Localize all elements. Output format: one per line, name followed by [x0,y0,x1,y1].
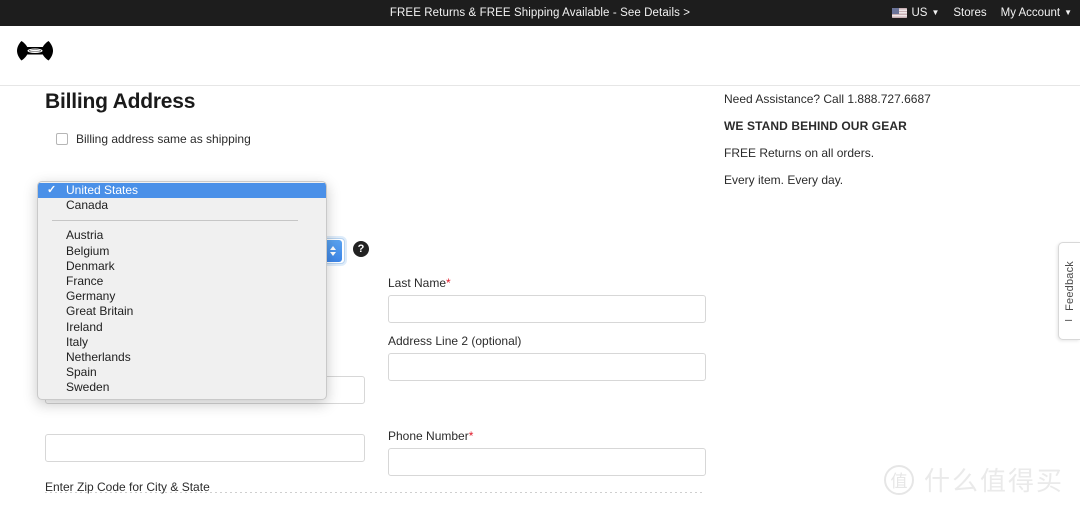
feedback-tab[interactable]: Feedback I [1058,242,1080,340]
chevron-down-icon: ▼ [1064,8,1072,17]
country-option[interactable]: Great Britain [38,304,326,319]
country-dropdown-popup[interactable]: United StatesCanada AustriaBelgiumDenmark… [37,181,327,401]
country-option[interactable]: Netherlands [38,350,326,365]
address-line-2-field: Address Line 2 (optional) [388,334,706,381]
phone-number-input[interactable] [388,448,706,476]
country-option[interactable]: United States [38,183,326,198]
watermark-text: 什么值得买 [923,467,1064,497]
watermark: 值 什么值得买 [883,461,1064,498]
assistance-tagline: Every item. Every day. [724,173,844,187]
country-selector[interactable]: US ▼ [892,7,939,19]
country-selector-label: US [911,7,928,19]
country-option[interactable]: Italy [38,335,326,350]
assistance-panel: Need Assistance? Call 1.888.727.6687 WE … [724,92,1024,200]
us-flag-icon [892,8,908,18]
country-option[interactable]: Sweden [38,380,326,395]
my-account-menu[interactable]: My Account ▼ [1001,7,1072,19]
country-option[interactable]: Denmark [38,259,326,274]
last-name-input[interactable] [388,295,706,323]
country-option[interactable]: France [38,274,326,289]
feedback-label: Feedback [1063,260,1076,311]
phone-number-label: Phone Number* [388,429,474,443]
stores-link[interactable]: Stores [953,7,986,19]
under-armour-logo[interactable] [16,38,54,68]
last-name-label: Last Name* [388,276,451,290]
stores-label: Stores [953,7,987,19]
country-option[interactable]: Austria [38,228,326,243]
page-title: Billing Address [45,90,196,113]
same-as-shipping-label: Billing address same as shipping [76,132,251,146]
last-name-field: Last Name* [388,276,706,323]
question-mark-icon[interactable]: ? [353,241,369,257]
address-line-2-input[interactable] [388,353,706,381]
promo-banner-text[interactable]: FREE Returns & FREE Shipping Available -… [390,7,690,19]
assistance-phone-line: Need Assistance? Call 1.888.727.6687 [724,92,931,106]
section-divider [45,492,705,493]
assistance-returns-line: FREE Returns on all orders. [724,146,875,160]
required-marker: * [446,276,451,290]
topbar-utility-nav: US ▼ Stores My Account ▼ [892,0,1072,26]
address-line-1-input[interactable] [45,434,365,462]
top-promo-bar: FREE Returns & FREE Shipping Available -… [0,0,1080,26]
address-line-2-label: Address Line 2 (optional) [388,334,522,348]
country-option[interactable]: Germany [38,289,326,304]
watermark-logo: 值 [883,464,914,495]
country-option[interactable]: Spain [38,365,326,380]
required-marker: * [468,429,474,443]
chevron-down-icon: ▼ [931,8,940,17]
billing-address-page: FREE Returns & FREE Shipping Available -… [0,0,1080,510]
country-option[interactable]: Belgium [38,244,326,259]
assistance-headline: WE STAND BEHIND OUR GEAR [724,119,907,133]
dropdown-separator [52,220,298,222]
same-as-shipping-row[interactable]: Billing address same as shipping [56,132,705,146]
country-option[interactable]: Canada [38,198,326,213]
same-as-shipping-checkbox[interactable] [56,133,68,145]
phone-number-field: Phone Number* [388,429,706,476]
site-header [0,26,1080,86]
my-account-label: My Account [1000,7,1061,19]
country-option[interactable]: Ireland [38,320,326,335]
comment-icon: I [1064,318,1075,322]
